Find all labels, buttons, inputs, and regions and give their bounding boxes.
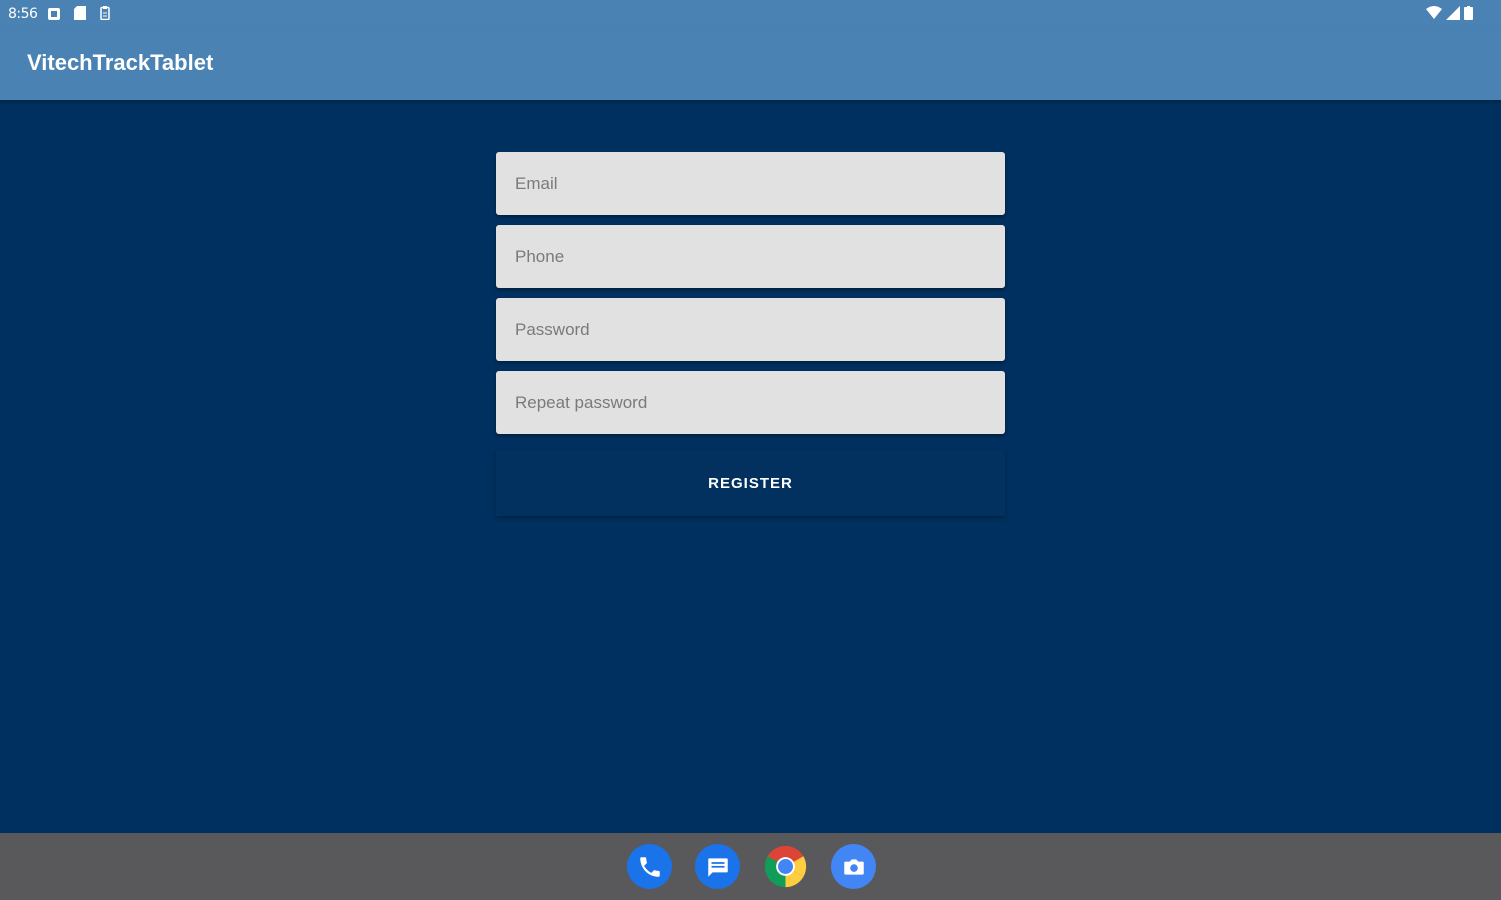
camera-icon[interactable] [831, 844, 876, 889]
repeat-password-field[interactable] [496, 371, 1005, 434]
phone-icon[interactable] [627, 844, 672, 889]
signal-icon [1446, 6, 1460, 25]
app-dock [627, 844, 876, 889]
chrome-icon[interactable] [763, 844, 808, 889]
status-bar: 8:56 [0, 0, 1501, 28]
app-bar: VitechTrackTablet [0, 28, 1501, 100]
battery-icon [1464, 6, 1473, 25]
phone-field[interactable] [496, 225, 1005, 288]
app-title: VitechTrackTablet [27, 50, 214, 75]
status-right-icons [1426, 6, 1473, 25]
status-left-icons [48, 6, 110, 25]
wifi-icon [1426, 6, 1442, 25]
register-button[interactable]: REGISTER [496, 450, 1005, 516]
notification-icon [48, 7, 60, 25]
clipboard-icon [100, 6, 110, 25]
email-field[interactable] [496, 152, 1005, 215]
navigation-bar [0, 833, 1501, 900]
messages-icon[interactable] [695, 844, 740, 889]
status-time: 8:56 [8, 6, 38, 22]
register-form: REGISTER [496, 152, 1005, 516]
sd-card-icon [74, 6, 86, 25]
password-field[interactable] [496, 298, 1005, 361]
